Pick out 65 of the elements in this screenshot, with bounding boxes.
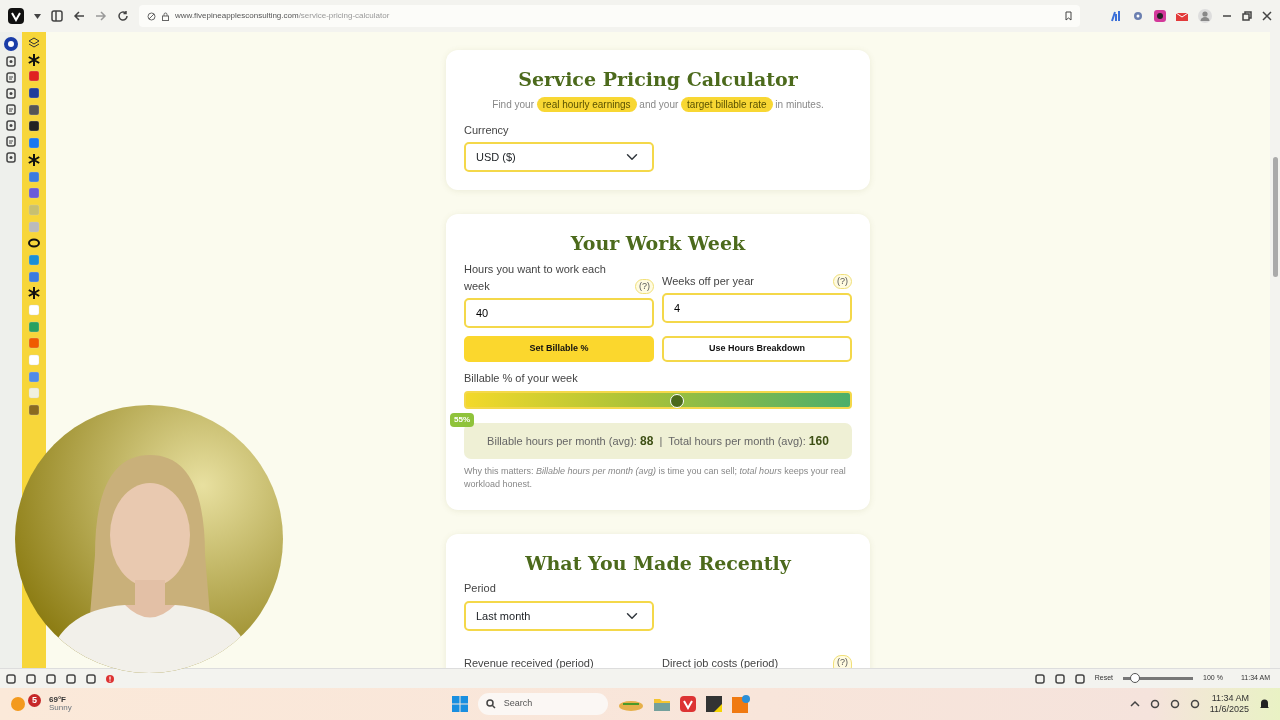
restore-icon[interactable] [1242,11,1252,21]
help-button[interactable]: (?) [833,273,852,290]
temperature-text: 69°F [49,696,67,704]
close-icon[interactable] [1262,11,1272,21]
search-icon [485,699,496,709]
select-field[interactable]: USD ($) [464,142,654,173]
percent-badge: 55% [450,412,474,427]
subtitle-text: Find your real hourly earnings and your target billable rate in minutes. [491,96,825,112]
asterisk-icon[interactable] [28,53,40,66]
profile-avatar-icon[interactable] [1198,9,1212,23]
mode-tab[interactable]: Set Billable % [464,336,654,363]
number-field[interactable]: 40 [464,298,654,329]
scrollbar-thumb[interactable] [1272,157,1278,277]
select-field[interactable]: Last month [464,600,654,631]
weather-text: Sunny [49,704,72,712]
field-label: Hours you want to work each week [464,262,607,294]
app-icon[interactable] [28,103,40,116]
back-icon[interactable] [73,10,85,22]
browser-app-icon[interactable] [679,696,696,712]
clock-text[interactable]: 11:34 AM [1209,692,1249,704]
camera-icon[interactable] [1154,10,1166,22]
slider-label: Billable % of your week [464,371,579,387]
bell-icon[interactable] [1259,698,1270,710]
browser-logo-icon[interactable] [8,8,24,24]
asterisk-icon[interactable] [28,287,40,300]
help-button[interactable]: (?) [833,654,852,668]
layers-icon[interactable] [28,37,40,49]
browser-logo-icon[interactable] [4,37,18,51]
notification-badge: 5 [28,694,41,707]
chevron-up-icon[interactable] [1129,699,1140,709]
panel-toggle-icon[interactable] [51,10,63,22]
bookmark-icon[interactable] [1065,11,1072,21]
eye-icon[interactable] [1132,10,1144,22]
asterisk-icon[interactable] [28,153,40,166]
search-field[interactable]: Search [477,693,608,715]
note-text: Why this matters: Billable hours per month (avg) is time you can sell; total hours keeps your real workload honest. [464,464,847,492]
card-title: What You Made Recently [524,551,793,575]
app-icon[interactable] [28,87,40,100]
card-title: Your Work Week [569,232,747,256]
ring-icon[interactable] [28,237,40,250]
mode-tab[interactable]: Use Hours Breakdown [662,336,852,363]
slider-track[interactable] [464,390,852,409]
zoom-slider-thumb[interactable] [1129,673,1140,683]
field-label: Weeks off per year [662,273,754,289]
slider-thumb[interactable] [670,393,685,408]
forward-icon[interactable] [95,10,107,22]
url-text: www.fivepineapplesconsulting.com/service-pricing-calculator [175,10,390,22]
app-icon[interactable] [28,120,40,133]
chart-icon[interactable] [1110,10,1122,22]
sticky-notes-icon[interactable] [705,696,722,712]
alert-icon [106,674,114,683]
summary-text: Billable hours per month (avg): 88 | Total hours per month (avg): 160 [464,422,852,459]
lock-icon [162,11,169,21]
field-label: Period [464,581,497,597]
shield-icon [147,11,156,21]
card-title: Service Pricing Calculator [517,68,799,91]
help-button[interactable]: (?) [635,278,654,295]
mail-icon[interactable] [1176,10,1188,22]
date-text[interactable]: 11/6/2025 [1209,704,1249,716]
address-bar[interactable]: www.fivepineapplesconsulting.com/service-pricing-calculator [139,5,1080,27]
reload-icon[interactable] [117,10,129,22]
field-label: Currency [464,122,510,138]
windows-start-icon[interactable] [451,696,468,712]
number-field[interactable]: 4 [662,293,852,324]
caret-icon[interactable] [34,13,41,19]
